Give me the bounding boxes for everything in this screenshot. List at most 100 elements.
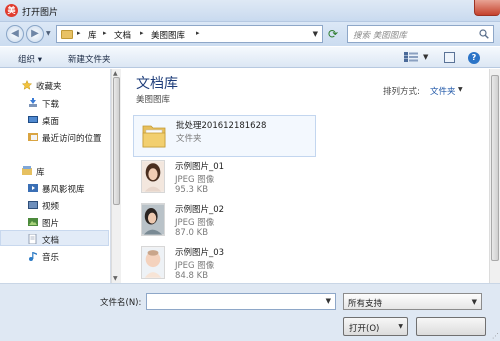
folder-icon — [61, 30, 73, 39]
navigation-pane: 收藏夹 下载 桌面 最近访问的位置 库 暴风影视库 视频 图片 文档 音乐 — [0, 69, 111, 283]
library-icon — [22, 166, 32, 175]
recent-places-icon — [28, 133, 38, 141]
chevron-down-icon[interactable]: ▼ — [458, 86, 463, 93]
desktop-icon — [28, 116, 38, 123]
address-bar: ◀ ▶ ▼ ▸ 库 ▸ 文档 ▸ 美图图库 ▸ ▼ ⟳ 搜索 美图图库 — [0, 22, 500, 46]
preview-pane-icon[interactable] — [444, 52, 455, 63]
chevron-down-icon[interactable]: ▼ — [313, 30, 318, 38]
command-toolbar: 组织 ▾ 新建文件夹 ▼ ? — [0, 46, 500, 68]
file-type-filter-value: 所有支持 — [348, 299, 383, 309]
list-item[interactable]: 示例图片_02 JPEG 图像 87.0 KB — [133, 200, 316, 242]
folder-icon — [142, 125, 166, 148]
sidebar-item-videos[interactable]: 视频 — [0, 197, 109, 213]
chevron-right-icon[interactable]: ▸ — [103, 29, 107, 37]
breadcrumb-item-meitu-library[interactable]: 美图图库 — [151, 29, 185, 41]
sidebar-item-label: 视频 — [42, 202, 60, 212]
sidebar-item-label: 文档 — [42, 236, 60, 246]
cancel-button[interactable] — [416, 317, 486, 336]
filename-field[interactable]: ▼ — [146, 293, 336, 310]
open-button[interactable]: 打开(O) ▼ — [343, 317, 408, 336]
sidebar-item-recent-places[interactable]: 最近访问的位置 — [0, 129, 109, 145]
sidebar-item-favorites[interactable]: 收藏夹 — [0, 77, 109, 93]
image-thumbnail — [141, 246, 165, 279]
chevron-right-icon[interactable]: ▸ — [196, 29, 200, 37]
image-thumbnail — [141, 203, 165, 236]
back-button[interactable]: ◀ — [6, 25, 24, 43]
search-icon[interactable] — [479, 29, 489, 39]
sidebar-item-label: 图片 — [42, 219, 60, 229]
sidebar-item-label: 下载 — [42, 100, 60, 110]
sidebar-item-label: 最近访问的位置 — [42, 134, 102, 144]
sidebar-item-label: 暴风影视库 — [42, 185, 85, 195]
sidebar-item-music[interactable]: 音乐 — [0, 248, 109, 264]
help-icon[interactable]: ? — [468, 52, 480, 64]
list-item[interactable]: 批处理201612181628 文件夹 — [133, 115, 316, 157]
recent-locations-dropdown[interactable]: ▼ — [46, 30, 51, 37]
sidebar-item-libraries[interactable]: 库 — [0, 163, 109, 179]
title-bar: 美 打开图片 — [0, 0, 500, 22]
new-folder-button[interactable]: 新建文件夹 — [68, 53, 111, 65]
sidebar-item-label: 收藏夹 — [36, 82, 62, 92]
file-size: 84.8 KB — [175, 271, 209, 281]
file-name: 示例图片_03 — [175, 248, 225, 258]
sidebar-scrollbar[interactable]: ▲ ▼ — [111, 69, 121, 283]
open-button-label: 打开(O) — [349, 324, 380, 334]
file-list-scrollbar[interactable] — [489, 69, 500, 283]
chevron-down-icon[interactable]: ▼ — [326, 297, 331, 305]
chevron-right-icon[interactable]: ▸ — [77, 29, 81, 37]
sidebar-item-downloads[interactable]: 下载 — [0, 95, 109, 111]
library-title: 文档库 — [136, 76, 178, 92]
file-type-filter[interactable]: 所有支持 ▼ — [343, 293, 482, 310]
file-size: 87.0 KB — [175, 228, 209, 238]
pictures-icon — [28, 218, 38, 226]
image-thumbnail — [141, 160, 165, 193]
file-name: 批处理201612181628 — [176, 121, 267, 131]
download-icon — [29, 98, 37, 107]
music-icon — [29, 252, 37, 261]
search-input[interactable]: 搜索 美图图库 — [347, 25, 494, 43]
sidebar-item-pictures[interactable]: 图片 — [0, 214, 109, 230]
file-name: 示例图片_01 — [175, 162, 225, 172]
file-type: JPEG 图像 — [175, 218, 215, 228]
chevron-down-icon[interactable]: ▼ — [423, 53, 428, 61]
scroll-up-icon[interactable]: ▲ — [113, 70, 118, 77]
breadcrumb[interactable]: ▸ 库 ▸ 文档 ▸ 美图图库 ▸ ▼ — [56, 25, 323, 43]
chevron-down-icon[interactable]: ▼ — [398, 323, 403, 330]
sidebar-item-desktop[interactable]: 桌面 — [0, 112, 109, 128]
sidebar-item-documents[interactable]: 文档 — [0, 230, 109, 246]
resize-grip-icon[interactable]: ⋰ — [492, 332, 499, 340]
sidebar-item-label: 音乐 — [42, 253, 60, 263]
sidebar-scroll-thumb[interactable] — [113, 77, 120, 205]
video-icon — [28, 201, 38, 209]
forward-button[interactable]: ▶ — [26, 25, 44, 43]
arrange-by-dropdown[interactable]: 文件夹 — [430, 85, 456, 97]
file-list-pane: 文档库 美图图库 排列方式: 文件夹 ▼ 批处理201612181628 文件夹… — [121, 69, 489, 283]
file-list-scroll-thumb[interactable] — [491, 75, 499, 261]
file-name: 示例图片_02 — [175, 205, 225, 215]
window-title: 打开图片 — [22, 8, 59, 18]
list-item[interactable]: 示例图片_03 JPEG 图像 84.8 KB — [133, 243, 316, 283]
filename-label: 文件名(N): — [100, 298, 142, 308]
star-icon — [22, 80, 32, 90]
file-type: JPEG 图像 — [175, 175, 215, 185]
library-subtitle: 美图图库 — [136, 95, 171, 105]
video-library-icon — [28, 184, 38, 192]
window-close-button[interactable] — [474, 0, 500, 16]
file-size: 95.3 KB — [175, 185, 209, 195]
app-logo-icon: 美 — [5, 4, 18, 17]
sidebar-item-label: 桌面 — [42, 117, 60, 127]
list-item[interactable]: 示例图片_01 JPEG 图像 95.3 KB — [133, 157, 316, 199]
chevron-down-icon[interactable]: ▼ — [472, 298, 477, 306]
breadcrumb-item-library[interactable]: 库 — [88, 29, 97, 41]
view-options-icon[interactable] — [404, 52, 418, 62]
file-type: JPEG 图像 — [175, 261, 215, 271]
organize-button[interactable]: 组织 ▾ — [18, 53, 42, 65]
refresh-button[interactable]: ⟳ — [325, 25, 341, 43]
sidebar-item-baofeng-library[interactable]: 暴风影视库 — [0, 180, 109, 196]
dialog-footer: 文件名(N): ▼ 所有支持 ▼ 打开(O) ▼ ⋰ — [0, 283, 500, 341]
file-type: 文件夹 — [176, 134, 202, 144]
scroll-down-icon[interactable]: ▼ — [113, 275, 118, 282]
arrange-by-label: 排列方式: — [383, 87, 420, 97]
breadcrumb-item-documents[interactable]: 文档 — [114, 29, 131, 41]
chevron-right-icon[interactable]: ▸ — [140, 29, 144, 37]
